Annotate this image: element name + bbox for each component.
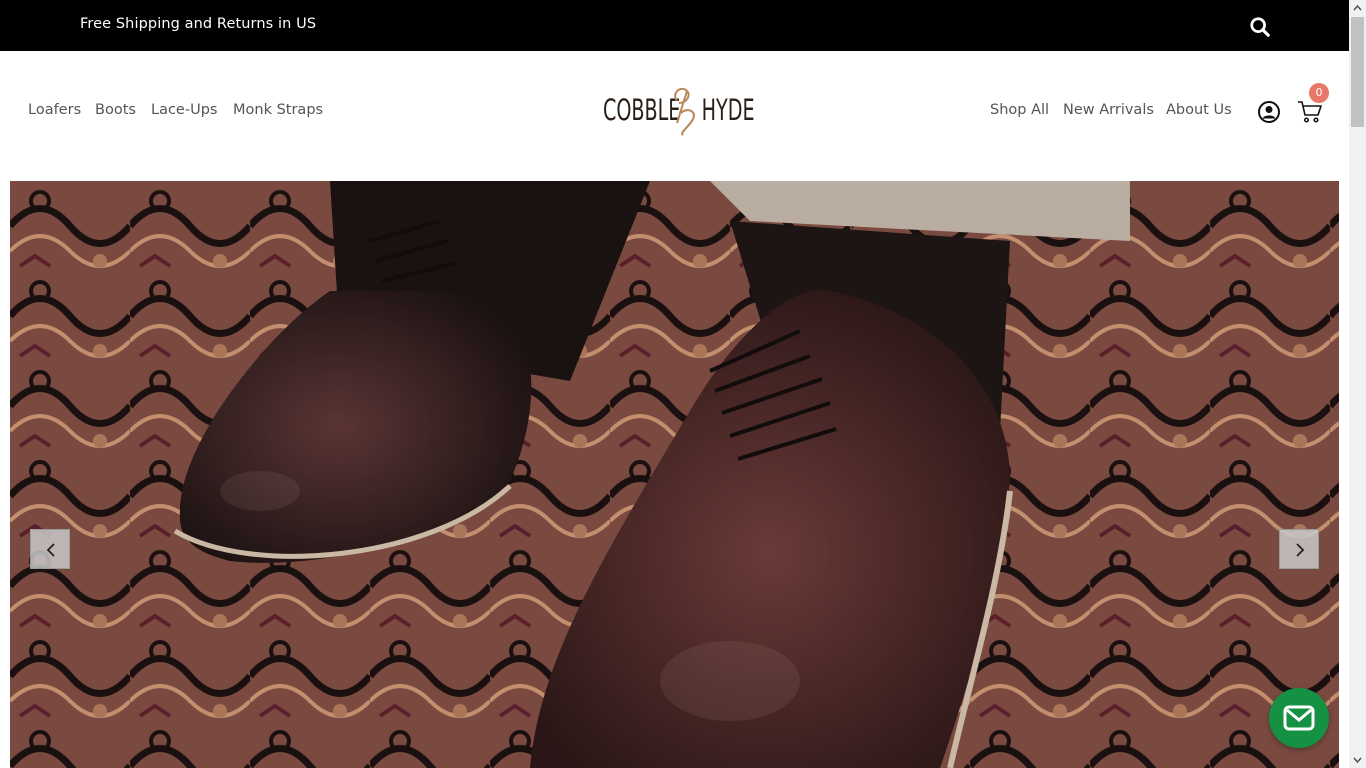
logo-mark-icon (674, 87, 695, 136)
scrollbar-thumb[interactable] (1351, 17, 1364, 127)
carousel-next-button[interactable] (1279, 529, 1319, 569)
scroll-up-arrow-icon[interactable] (1349, 0, 1366, 17)
nav-item-monk-straps[interactable]: Monk Straps (233, 102, 323, 118)
nav-item-about-us[interactable]: About Us (1166, 102, 1232, 118)
nav-item-new-arrivals[interactable]: New Arrivals (1063, 102, 1154, 118)
search-icon[interactable] (1249, 16, 1271, 38)
scroll-down-arrow-icon[interactable] (1349, 751, 1366, 768)
user-circle-icon[interactable] (1257, 100, 1281, 124)
chevron-right-icon (1296, 543, 1305, 557)
announcement-text: Free Shipping and Returns in US (80, 16, 317, 32)
chat-contact-button[interactable] (1269, 688, 1329, 748)
page-scrollbar[interactable] (1349, 0, 1366, 768)
announcement-bar: Free Shipping and Returns in US (0, 0, 1349, 51)
nav-item-shop-all[interactable]: Shop All (990, 102, 1049, 118)
nav-item-boots[interactable]: Boots (95, 102, 136, 118)
carousel-prev-button[interactable] (30, 529, 70, 569)
brand-logo[interactable]: COBBLE HYDE (597, 81, 755, 139)
cart-count-badge: 0 (1309, 83, 1329, 103)
envelope-icon (1283, 705, 1315, 731)
logo-right-word: HYDE (701, 93, 755, 127)
site-header: Loafers Boots Lace-Ups Monk Straps COBBL… (0, 51, 1349, 181)
nav-item-lace-ups[interactable]: Lace-Ups (151, 102, 217, 118)
hero-carousel-image (10, 181, 1339, 768)
nav-item-loafers[interactable]: Loafers (28, 102, 81, 118)
chevron-left-icon (46, 543, 55, 557)
hero-shoes-image (10, 181, 1339, 768)
shopping-cart-icon[interactable] (1297, 100, 1323, 124)
